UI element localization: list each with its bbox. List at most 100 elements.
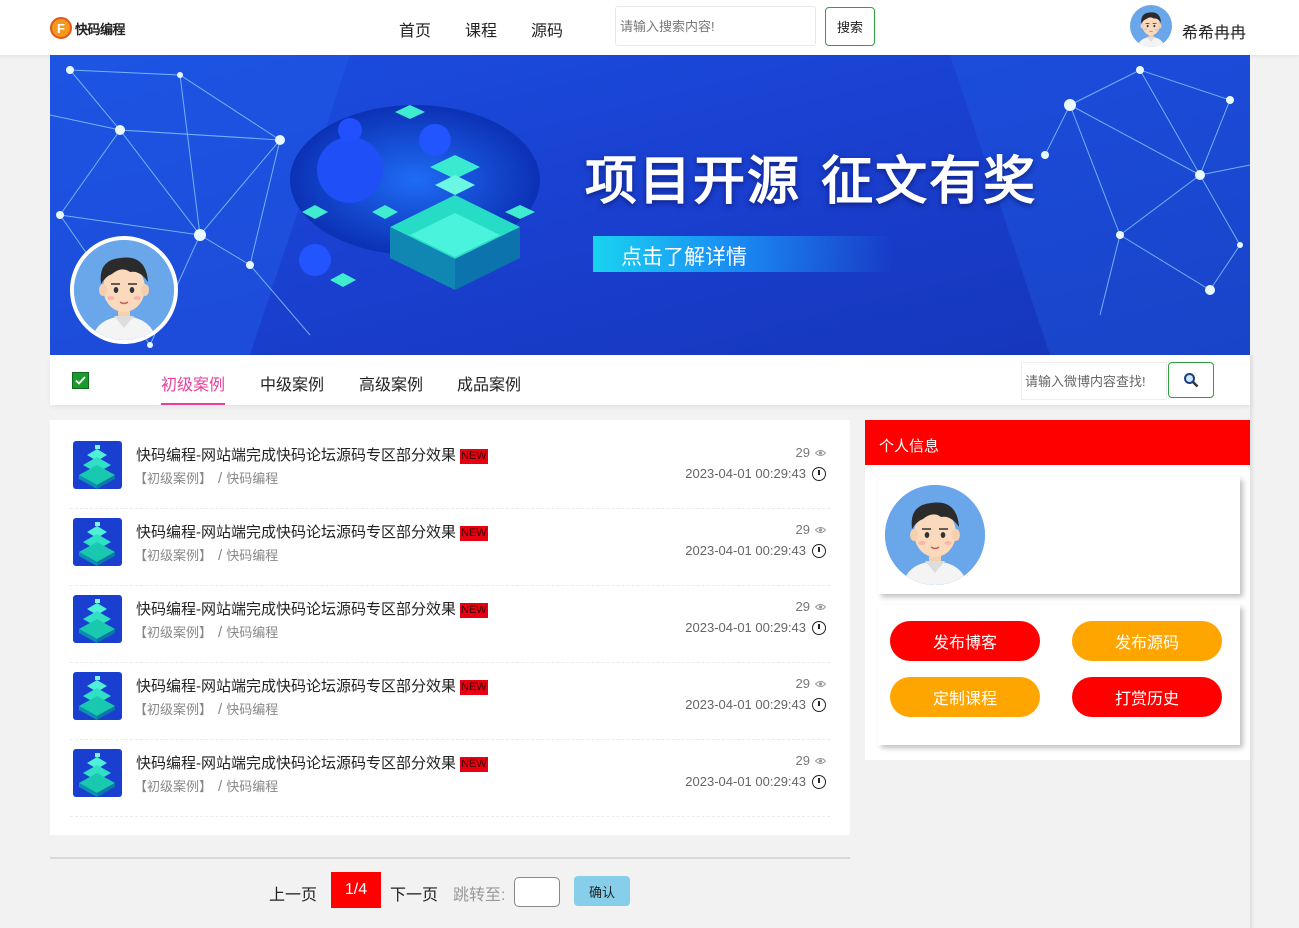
view-count: 29: [795, 599, 810, 614]
article-views: 29: [796, 753, 826, 768]
publish-blog-button[interactable]: 发布博客: [890, 621, 1040, 661]
clock-icon: [812, 466, 826, 481]
article-title[interactable]: 快码编程-网站端完成快码论坛源码专区部分效果 NEW: [136, 752, 488, 773]
hero-banner[interactable]: 项目开源 征文有奖 点击了解详情: [50, 55, 1250, 355]
article-views: 29: [796, 676, 826, 691]
new-badge: NEW: [460, 757, 488, 772]
banner-title: 项目开源 征文有奖: [585, 152, 1038, 212]
sidebar-avatar[interactable]: [885, 485, 985, 585]
current-page: 1/4: [331, 872, 381, 908]
article-thumbnail[interactable]: [73, 749, 122, 797]
article-title-text[interactable]: 快码编程-网站端完成快码论坛源码专区部分效果: [136, 447, 456, 464]
article-author[interactable]: 快码编程: [226, 548, 278, 563]
date-text: 2023-04-01 00:29:43: [685, 466, 806, 481]
tab-finished[interactable]: 成品案例: [457, 371, 521, 405]
nav-item-courses[interactable]: 课程: [465, 17, 497, 41]
logo-icon: F: [50, 17, 72, 39]
date-text: 2023-04-01 00:29:43: [685, 774, 806, 789]
tip-history-button[interactable]: 打赏历史: [1072, 677, 1222, 717]
article-thumbnail[interactable]: [73, 518, 122, 566]
weibo-search-button[interactable]: [1168, 362, 1214, 398]
next-page-link[interactable]: 下一页: [390, 881, 438, 905]
eye-icon: [815, 757, 826, 764]
article-title-text[interactable]: 快码编程-网站端完成快码论坛源码专区部分效果: [136, 755, 456, 772]
jump-to-label: 跳转至:: [453, 887, 506, 904]
article-date: 2023-04-01 00:29:43: [685, 774, 826, 789]
profile-sidebar: 个人信息 发布博客 发布源码 定制课程 打赏历史: [865, 420, 1250, 760]
article-date: 2023-04-01 00:29:43: [685, 543, 826, 558]
tab-intermediate[interactable]: 中级案例: [260, 371, 324, 405]
article-category[interactable]: 【初级案例】: [134, 471, 212, 486]
search-icon: [1184, 373, 1199, 388]
logo-text: 快码编程: [75, 21, 126, 37]
confirm-jump-button[interactable]: 确认: [574, 876, 630, 906]
list-item[interactable]: 快码编程-网站端完成快码论坛源码专区部分效果 NEW 【初级案例】 / 快码编程 29…: [70, 740, 830, 817]
jump-page-input[interactable]: [514, 877, 560, 907]
article-title-text[interactable]: 快码编程-网站端完成快码论坛源码专区部分效果: [136, 601, 456, 618]
view-count: 29: [795, 522, 810, 537]
meta-separator: /: [218, 470, 223, 487]
article-title[interactable]: 快码编程-网站端完成快码论坛源码专区部分效果 NEW: [136, 598, 488, 619]
search-input[interactable]: [615, 6, 816, 46]
list-item[interactable]: 快码编程-网站端完成快码论坛源码专区部分效果 NEW 【初级案例】 / 快码编程 29…: [70, 663, 830, 740]
article-title[interactable]: 快码编程-网站端完成快码论坛源码专区部分效果 NEW: [136, 521, 488, 542]
new-badge: NEW: [460, 680, 488, 695]
article-title-text[interactable]: 快码编程-网站端完成快码论坛源码专区部分效果: [136, 524, 456, 541]
article-date: 2023-04-01 00:29:43: [685, 620, 826, 635]
tab-advanced[interactable]: 高级案例: [359, 371, 423, 405]
article-title[interactable]: 快码编程-网站端完成快码论坛源码专区部分效果 NEW: [136, 444, 488, 465]
custom-course-button[interactable]: 定制课程: [890, 677, 1040, 717]
article-thumbnail[interactable]: [73, 595, 122, 643]
list-item[interactable]: 快码编程-网站端完成快码论坛源码专区部分效果 NEW 【初级案例】 / 快码编程 29…: [70, 432, 830, 509]
banner-cta-button[interactable]: 点击了解详情: [593, 236, 893, 272]
article-category[interactable]: 【初级案例】: [134, 702, 212, 717]
banner-cta-label: 点击了解详情: [621, 246, 747, 269]
article-date: 2023-04-01 00:29:43: [685, 466, 826, 481]
article-author[interactable]: 快码编程: [226, 625, 278, 640]
search-button[interactable]: 搜索: [825, 7, 875, 46]
new-badge: NEW: [460, 603, 488, 618]
article-meta: 【初级案例】 / 快码编程: [134, 468, 278, 487]
date-text: 2023-04-01 00:29:43: [685, 543, 806, 558]
article-views: 29: [796, 522, 826, 537]
eye-icon: [815, 449, 826, 456]
prev-page-link[interactable]: 上一页: [269, 881, 317, 905]
checkbox-icon[interactable]: [72, 372, 89, 389]
list-item[interactable]: 快码编程-网站端完成快码论坛源码专区部分效果 NEW 【初级案例】 / 快码编程 29…: [70, 509, 830, 586]
view-count: 29: [795, 445, 810, 460]
article-author[interactable]: 快码编程: [226, 702, 278, 717]
article-category[interactable]: 【初级案例】: [134, 779, 212, 794]
article-category[interactable]: 【初级案例】: [134, 625, 212, 640]
article-title-text[interactable]: 快码编程-网站端完成快码论坛源码专区部分效果: [136, 678, 456, 695]
tab-beginner[interactable]: 初级案例: [161, 371, 226, 405]
eye-icon: [815, 680, 826, 687]
profile-avatar-large[interactable]: [70, 236, 178, 344]
clock-icon: [812, 774, 826, 789]
top-bar: F 快码编程 首页 课程 源码 搜索 希希冉冉: [0, 0, 1299, 55]
article-author[interactable]: 快码编程: [226, 471, 278, 486]
sidebar-header: 个人信息: [865, 420, 1250, 465]
weibo-search-input[interactable]: [1021, 362, 1167, 400]
date-text: 2023-04-01 00:29:43: [685, 697, 806, 712]
publish-source-button[interactable]: 发布源码: [1072, 621, 1222, 661]
article-meta: 【初级案例】 / 快码编程: [134, 545, 278, 564]
nav-item-home[interactable]: 首页: [399, 17, 431, 41]
view-count: 29: [795, 676, 810, 691]
category-tab-bar: 初级案例 中级案例 高级案例 成品案例: [50, 355, 1250, 405]
profile-card: [878, 477, 1240, 594]
article-thumbnail[interactable]: [73, 441, 122, 489]
date-text: 2023-04-01 00:29:43: [685, 620, 806, 635]
article-category[interactable]: 【初级案例】: [134, 548, 212, 563]
article-title[interactable]: 快码编程-网站端完成快码论坛源码专区部分效果 NEW: [136, 675, 488, 696]
meta-separator: /: [218, 624, 223, 641]
site-logo[interactable]: F 快码编程: [50, 16, 126, 40]
article-thumbnail[interactable]: [73, 672, 122, 720]
user-avatar[interactable]: [1130, 5, 1172, 47]
article-views: 29: [796, 599, 826, 614]
user-name[interactable]: 希希冉冉: [1182, 19, 1246, 43]
article-author[interactable]: 快码编程: [226, 779, 278, 794]
list-item[interactable]: 快码编程-网站端完成快码论坛源码专区部分效果 NEW 【初级案例】 / 快码编程 29…: [70, 586, 830, 663]
clock-icon: [812, 620, 826, 635]
nav-item-source[interactable]: 源码: [531, 17, 563, 41]
action-card: 发布博客 发布源码 定制课程 打赏历史: [878, 605, 1240, 745]
